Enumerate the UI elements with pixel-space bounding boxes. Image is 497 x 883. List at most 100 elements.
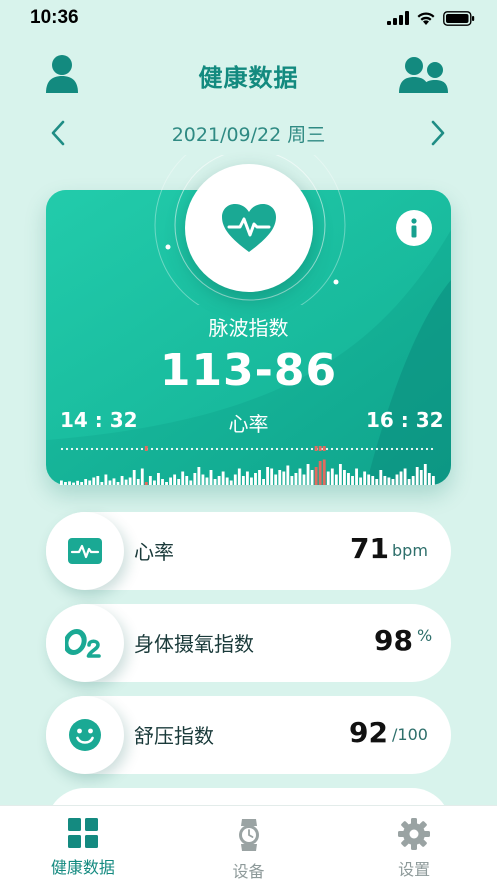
chart-baseline-dot [140,447,144,451]
chart-bar-marker [144,446,148,451]
chart-bar [363,471,367,485]
chart-bar [383,476,387,485]
chart-baseline-dot [105,447,109,451]
chart-baseline-dot [350,447,354,451]
chart-bar [282,471,286,485]
tab-bar: 健康数据 设备 设置 [0,805,497,883]
chart-baseline-dot [340,447,344,451]
metric-name: 心率 [134,540,174,564]
chart-baseline-dot [85,447,89,451]
heart-rate-icon [68,538,102,564]
chart-bar [152,480,156,485]
metric-oxygen[interactable]: 身体摄氧指数 98 % [46,604,451,682]
chart-bar [140,468,144,485]
chart-baseline-dot [245,447,249,451]
chart-baseline-dot [90,447,94,451]
metric-heart-rate[interactable]: 心率 71 bpm [46,512,451,590]
chart-bar [132,470,136,485]
oxygen-badge [46,604,124,682]
watch-icon [238,819,259,851]
chart-bar [72,482,75,485]
chart-bar [157,473,160,485]
chart-bar-marker [322,446,326,451]
chart-baseline-dot [220,447,224,451]
chart-bar [177,479,181,485]
chart-bar-marker [318,446,322,451]
chart-bar [423,464,427,485]
next-day-button[interactable] [424,116,452,150]
chart-baseline-dot [290,447,294,451]
chart-bar [274,474,278,485]
chart-baseline-dot [185,447,189,451]
gear-icon [398,818,431,850]
tab-label: 设置 [398,860,431,879]
chart-bar-highlight [318,461,322,485]
chart-bar [185,476,189,485]
current-date[interactable]: 2021/09/22 周三 [0,120,497,147]
chart-bar [326,471,330,485]
chart-baseline-dot [165,447,169,451]
tab-settings[interactable]: 设置 [331,806,497,883]
chart-baseline-dot [305,447,309,451]
chart-baseline-dot [430,447,434,451]
chart-baseline-dot [280,447,284,451]
chart-bar [161,479,164,485]
metric-value: 98 [374,624,413,657]
heart-badge [185,164,313,292]
chart-baseline-dot [70,447,74,451]
chart-baseline-dot [110,447,114,451]
chart-baseline-dot [345,447,349,451]
chevron-right-icon [431,120,445,146]
chart-baseline-dot [425,447,429,451]
chart-bar [334,474,338,485]
chart-bar [205,477,209,485]
wifi-icon [417,11,435,25]
chart-baseline-dot [405,447,409,451]
chart-bar [148,476,152,485]
family-button[interactable] [398,52,450,94]
chart-baseline-dot [95,447,99,451]
chart-baseline-dot [325,447,329,451]
tab-health-data[interactable]: 健康数据 [0,806,166,883]
tab-devices[interactable]: 设备 [166,806,332,883]
chart-bar [298,468,302,485]
chart-baseline-dot [420,447,424,451]
chart-bar [330,468,334,485]
chart-bar [355,468,358,485]
chart-baseline-dot [115,447,119,451]
chart-baseline-dot [170,447,174,451]
chart-bar [225,477,229,485]
chart-bar [64,482,67,485]
heart-rate-chart [60,446,435,485]
info-button[interactable] [396,210,432,246]
chart-baseline-dot [330,447,334,451]
o2-icon [65,629,101,658]
chart-bar [221,471,225,485]
chart-bar [254,473,257,485]
chart-bar [343,470,346,485]
chart-baseline-dot [180,447,184,451]
metric-stress[interactable]: 舒压指数 92 /100 [46,696,451,774]
chart-bar [116,482,120,485]
chart-bar [124,479,128,485]
chart-baseline-dot [160,447,164,451]
chart-baseline-dot [215,447,219,451]
chart-bar [419,470,423,485]
chart-bar [213,479,217,485]
chart-bar [68,481,71,485]
chart-bar-highlight [322,459,326,485]
chart-baseline-dot [285,447,289,451]
chart-bar [250,477,253,485]
chart-bar [302,474,306,485]
users-icon [399,57,448,93]
chart-baseline-dot [125,447,129,451]
chart-baseline-dot [335,447,339,451]
chart-baseline-dot [265,447,269,451]
info-icon [411,218,417,238]
chart-baseline-dot [370,447,374,451]
chart-bar [237,468,241,485]
chart-bar [120,476,124,485]
chart-baseline-dot [310,447,314,451]
chart-baseline-dot [80,447,84,451]
chart-bar [411,476,415,485]
